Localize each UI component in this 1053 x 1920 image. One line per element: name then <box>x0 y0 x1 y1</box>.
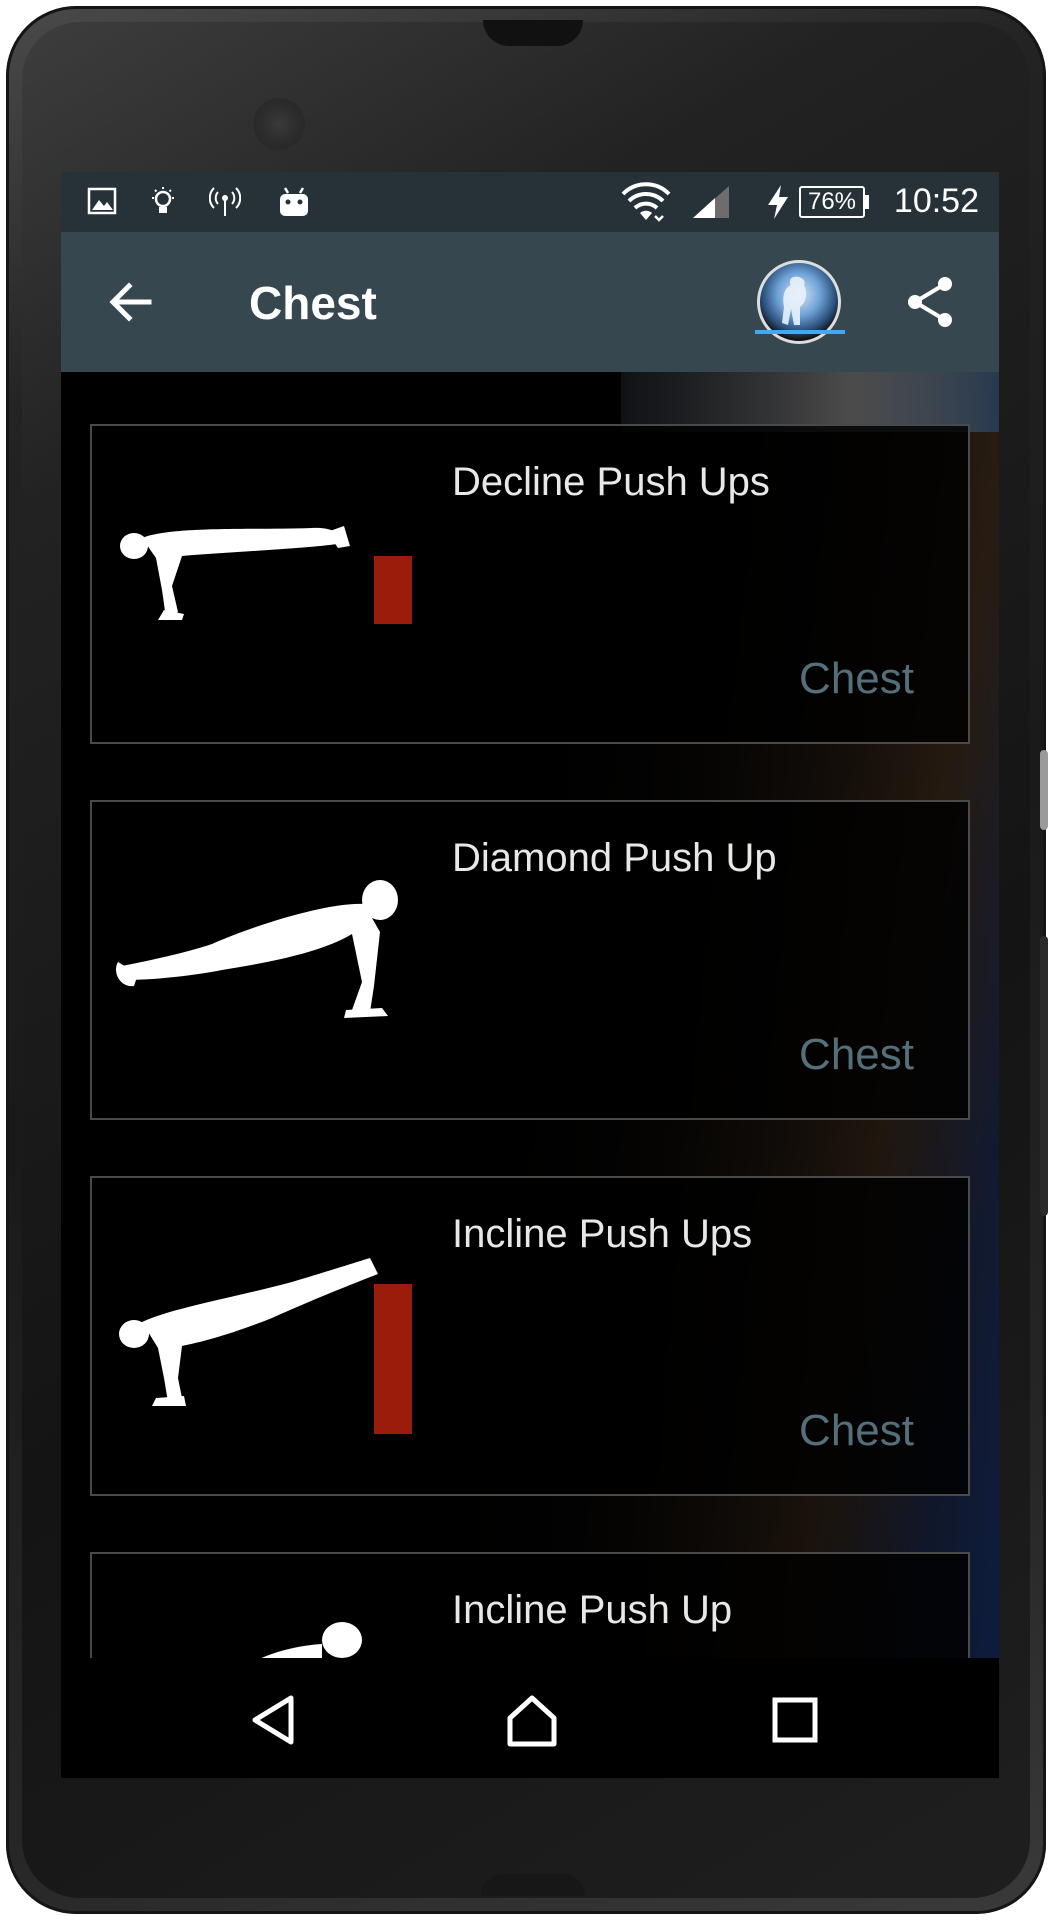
image-icon <box>87 187 117 215</box>
exercise-category: Chest <box>799 654 914 703</box>
top-speaker <box>483 20 583 46</box>
battery-tip <box>864 195 869 209</box>
front-camera <box>253 98 305 150</box>
recents-icon[interactable] <box>767 1692 823 1748</box>
volume-button <box>1040 936 1048 1216</box>
home-icon[interactable] <box>504 1692 560 1748</box>
back-triangle-icon[interactable] <box>247 1692 303 1748</box>
exercise-category: Chest <box>799 1030 914 1079</box>
navigation-bar <box>61 1658 999 1778</box>
android-icon <box>280 187 308 216</box>
charging-icon <box>768 185 788 219</box>
back-arrow-icon[interactable] <box>101 272 161 332</box>
exercise-card[interactable]: Decline Push Ups Chest <box>90 424 970 744</box>
status-bar: 76% 10:52 <box>61 172 999 232</box>
hotspot-icon <box>209 187 241 216</box>
exercise-list[interactable]: Decline Push Ups Chest Diamond Push Up C… <box>61 372 999 1658</box>
exercise-name: Diamond Push Up <box>452 836 777 880</box>
logo-underline <box>755 330 845 334</box>
exercise-card[interactable]: Diamond Push Up Chest <box>90 800 970 1120</box>
screen: 76% 10:52 Chest Decline Push Ups Chest D… <box>61 172 999 1778</box>
incline-push-up-figure <box>119 1258 412 1434</box>
share-icon[interactable] <box>903 274 959 330</box>
decline-push-up-figure <box>120 526 412 624</box>
exercise-name: Decline Push Ups <box>452 460 770 504</box>
incline-push-up-figure <box>261 1622 362 1658</box>
lightbulb-icon <box>152 187 174 213</box>
wifi-icon <box>621 182 671 222</box>
bottom-speaker <box>481 1874 585 1896</box>
diamond-push-up-figure <box>115 880 398 1018</box>
exercise-name: Incline Push Up <box>452 1588 733 1632</box>
clock: 10:52 <box>893 182 979 220</box>
battery-indicator: 76% <box>799 186 865 218</box>
signal-icon <box>693 186 729 218</box>
power-button <box>1040 750 1048 830</box>
app-bar: Chest <box>61 232 999 372</box>
exercise-category: Chest <box>799 1406 914 1455</box>
page-title: Chest <box>249 277 377 329</box>
phone-frame: 76% 10:52 Chest Decline Push Ups Chest D… <box>6 6 1048 1914</box>
exercise-name: Incline Push Ups <box>452 1212 753 1256</box>
exercise-card[interactable]: Incline Push Up <box>90 1552 970 1658</box>
exercise-card[interactable]: Incline Push Ups Chest <box>90 1176 970 1496</box>
box-red <box>374 1284 412 1434</box>
box-red <box>374 556 412 624</box>
